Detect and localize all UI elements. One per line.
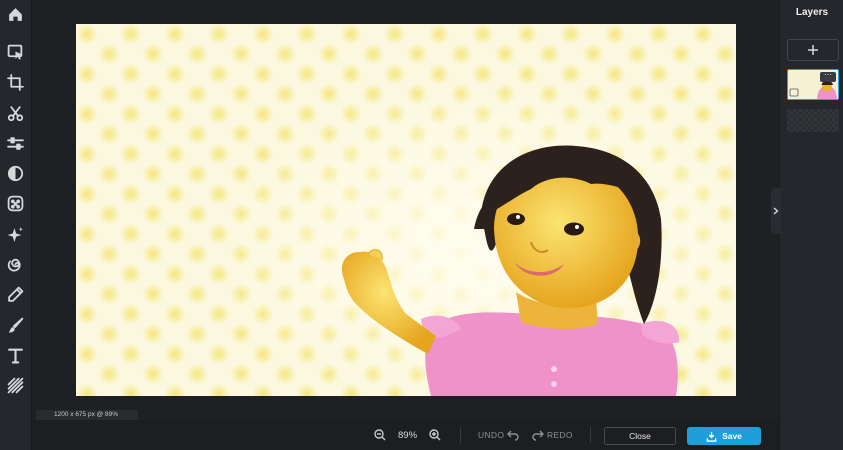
crop-tool[interactable] xyxy=(0,69,31,95)
effects-tool[interactable] xyxy=(0,190,31,216)
zoom-in-icon xyxy=(429,429,441,441)
tool-sidebar xyxy=(0,0,32,450)
undo-icon xyxy=(507,430,519,441)
zoom-out-icon xyxy=(374,429,386,441)
plus-icon xyxy=(808,45,818,55)
adjust-tool[interactable] xyxy=(0,130,31,156)
add-layer-button[interactable] xyxy=(787,39,839,61)
redo-label: REDO xyxy=(547,430,573,440)
text-icon xyxy=(8,348,23,363)
sliders-icon xyxy=(7,136,24,150)
home-button[interactable] xyxy=(0,1,31,27)
redo-button[interactable]: REDO xyxy=(532,420,573,450)
texture-tool[interactable] xyxy=(0,372,31,398)
chevron-right-icon xyxy=(773,207,779,215)
zoom-in-button[interactable] xyxy=(429,420,441,450)
layer-options-icon[interactable]: ··· xyxy=(820,71,836,82)
divider xyxy=(460,427,461,443)
draw-tool[interactable] xyxy=(0,312,31,338)
text-tool[interactable] xyxy=(0,342,31,368)
scissors-icon xyxy=(7,105,24,121)
retouch-tool[interactable] xyxy=(0,281,31,307)
photo-illustration xyxy=(76,24,736,396)
save-button[interactable]: Save xyxy=(687,427,761,445)
cutout-tool[interactable] xyxy=(0,100,31,126)
filter-tool[interactable] xyxy=(0,160,31,186)
layers-title: Layers xyxy=(795,7,829,18)
layers-panel: Layers ··· xyxy=(779,0,843,450)
crop-icon xyxy=(7,73,24,91)
save-label: Save xyxy=(722,431,742,441)
brush-icon xyxy=(8,317,24,332)
edited-photo[interactable] xyxy=(76,24,736,396)
pencil-icon xyxy=(8,286,24,302)
undo-button[interactable]: UNDO xyxy=(478,420,519,450)
ai-tool[interactable] xyxy=(0,221,31,247)
close-button[interactable]: Close xyxy=(604,427,676,445)
layer-item-empty[interactable] xyxy=(787,109,839,132)
spiral-icon xyxy=(7,258,21,271)
download-icon xyxy=(706,431,717,442)
select-icon xyxy=(7,44,23,60)
liquify-tool[interactable] xyxy=(0,251,31,277)
dots-grid-icon xyxy=(7,195,24,211)
bottom-bar: 89% UNDO REDO Close Save xyxy=(32,420,779,450)
contrast-icon xyxy=(7,165,24,181)
select-tool[interactable] xyxy=(0,39,31,65)
undo-label: UNDO xyxy=(478,430,505,440)
image-size-readout: 1200 x 675 px @ 89% xyxy=(36,410,139,420)
zoom-out-button[interactable] xyxy=(374,420,386,450)
divider xyxy=(590,427,591,443)
zoom-level: 89% xyxy=(398,420,417,450)
zoom-value: 89% xyxy=(398,429,418,441)
redo-icon xyxy=(532,430,544,441)
collapse-panel-button[interactable] xyxy=(771,188,781,234)
layer-item-photo[interactable]: ··· xyxy=(787,69,839,100)
sparkle-icon xyxy=(7,226,23,242)
home-icon xyxy=(9,7,22,21)
hatch-icon xyxy=(7,377,24,393)
